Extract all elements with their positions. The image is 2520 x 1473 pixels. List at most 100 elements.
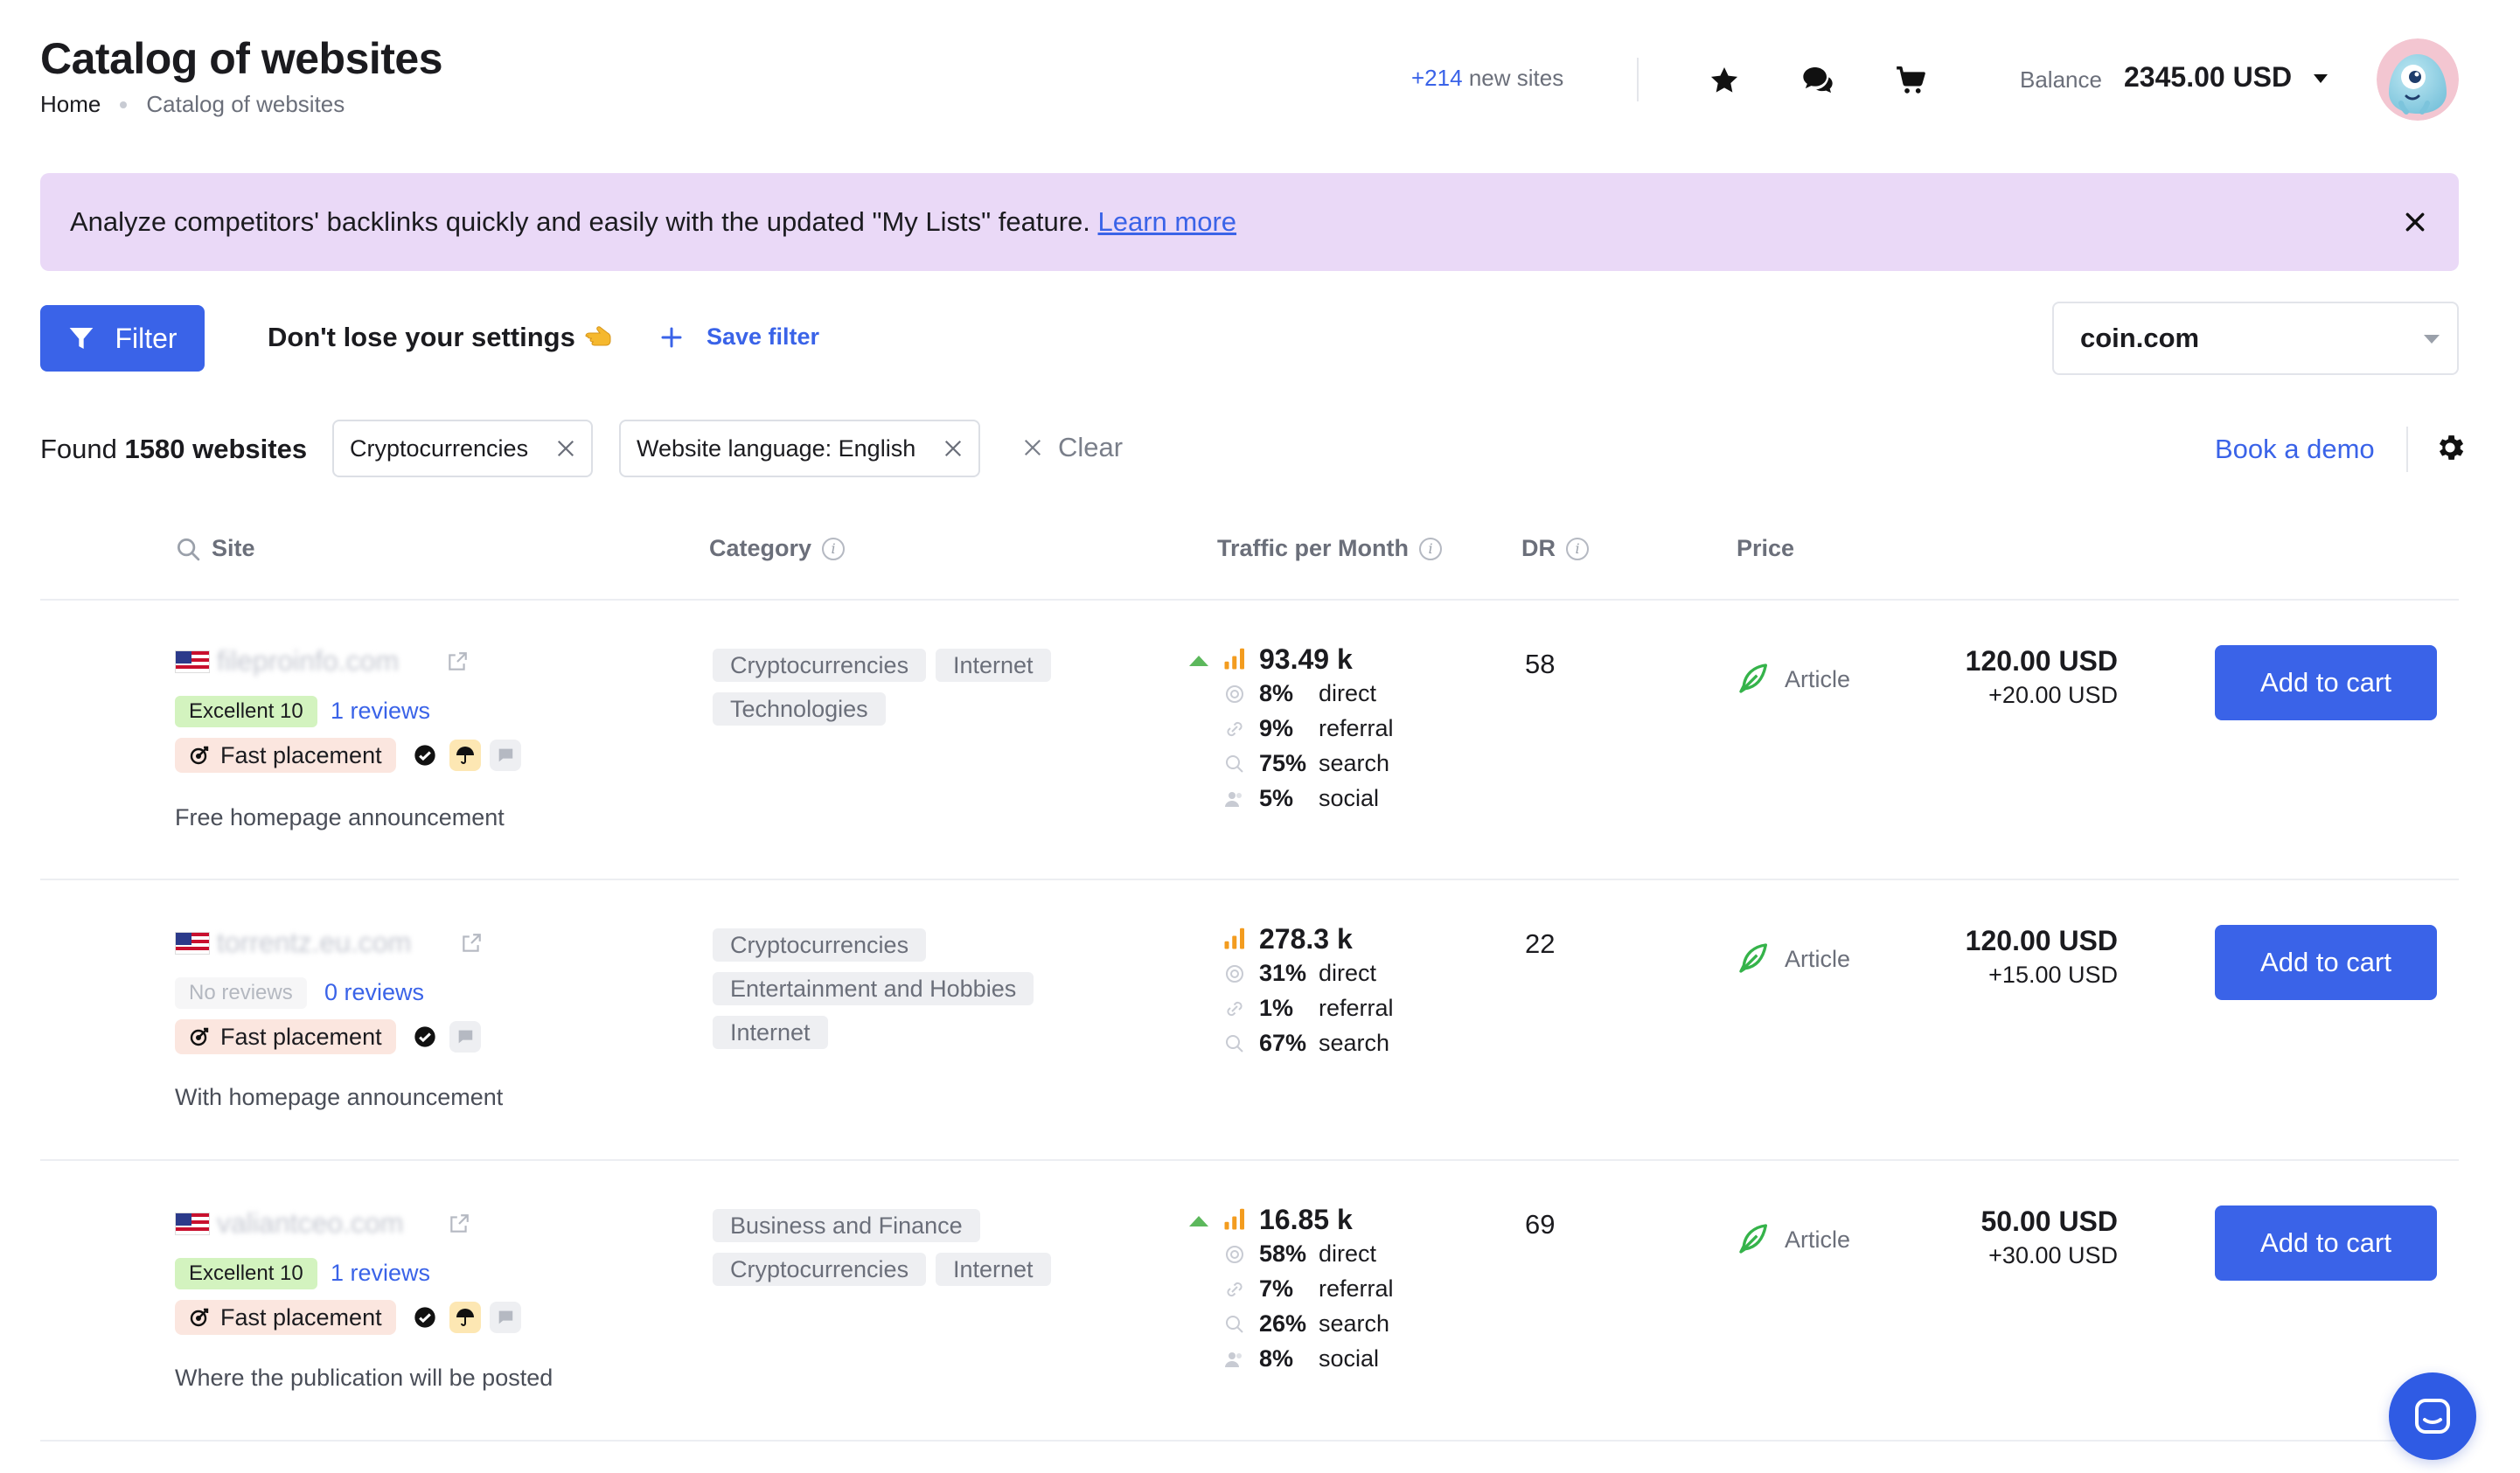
close-icon[interactable] [2399,206,2431,238]
filter-button[interactable]: Filter [40,305,205,372]
filter-chip-language[interactable]: Website language: English [619,420,981,477]
reviews-link[interactable]: 1 reviews [331,698,430,725]
banner-learn-more-link[interactable]: Learn more [1098,206,1237,237]
price: 120.00 USD [1965,925,2118,956]
banner-message: Analyze competitors' backlinks quickly a… [70,206,1090,237]
close-icon [1024,439,1041,456]
chevron-down-icon [2424,335,2440,344]
trend-up-icon [1189,1216,1208,1226]
header-divider [1637,58,1639,101]
new-sites-count: +214 [1411,65,1463,91]
traffic-pct: 67% [1259,1030,1307,1056]
price-extra: +20.00 USD [1988,682,2118,708]
breadcrumb-home[interactable]: Home [40,91,101,118]
page-title: Catalog of websites [40,34,443,83]
reviews-link[interactable]: 1 reviews [331,1260,430,1287]
close-icon[interactable] [942,437,964,460]
domain-rating: 22 [1525,928,1556,959]
traffic-bars-icon [1224,928,1244,949]
fast-placement-label: Fast placement [220,1023,382,1050]
breadcrumb-current: Catalog of websites [146,91,345,117]
rating-badge: Excellent 10 [175,1258,317,1289]
info-icon[interactable]: i [1566,537,1589,560]
column-header-traffic[interactable]: Traffic per Month i [1217,535,1443,562]
content-type: Article [1785,1226,1851,1253]
support-chat-button[interactable] [2389,1372,2476,1460]
direct-icon [1222,962,1247,986]
traffic-source: direct [1319,1240,1377,1267]
us-flag-icon [175,650,210,673]
save-filter-button[interactable]: Save filter [661,323,819,351]
gear-icon[interactable] [2431,428,2469,467]
traffic-pct: 8% [1259,1345,1294,1372]
clear-filters-button[interactable]: Clear [1023,432,1123,463]
caret-down-icon[interactable] [2312,70,2329,87]
external-link-icon[interactable] [446,650,469,673]
settings-note-text: Don't lose your settings [268,322,575,352]
search-icon [1222,1032,1247,1056]
comment-icon [490,1302,521,1333]
book-demo-link[interactable]: Book a demo [2215,434,2375,465]
users-icon [1222,787,1247,811]
column-label: Site [212,535,255,561]
banner-text: Analyze competitors' backlinks quickly a… [70,206,1236,238]
add-to-cart-button[interactable]: Add to cart [2215,925,2437,1000]
filter-chip-category[interactable]: Cryptocurrencies [332,420,594,477]
cart-icon[interactable] [1891,61,1930,100]
search-icon[interactable] [175,536,201,562]
traffic-pct: 8% [1259,680,1294,706]
traffic-search: 67% search [1222,1030,1389,1057]
domain-rating: 58 [1525,649,1556,679]
column-header-category[interactable]: Category i [709,535,846,562]
traffic-source: social [1319,785,1380,811]
link-icon [1222,1277,1247,1302]
add-to-cart-button[interactable]: Add to cart [2215,1205,2437,1281]
avatar[interactable] [2377,38,2459,121]
fast-placement-badge: Fast placement [175,1300,396,1335]
add-to-cart-button[interactable]: Add to cart [2215,645,2437,720]
traffic-direct: 31% direct [1222,960,1376,987]
messenger-icon [2415,1399,2450,1434]
domain-rating: 69 [1525,1209,1556,1240]
messages-chat-icon[interactable] [1799,61,1837,100]
traffic-pct: 75% [1259,750,1307,776]
price: 50.00 USD [1980,1205,2118,1237]
verified-check-icon [409,1021,441,1053]
traffic-bars-icon [1224,648,1244,670]
external-link-icon[interactable] [460,932,483,955]
external-link-icon[interactable] [448,1212,470,1235]
site-name[interactable]: fileproinfo.com [217,645,399,677]
target-icon [190,1308,209,1327]
filter-label: Filter [115,322,178,354]
balance-value[interactable]: 2345.00 USD [2124,61,2292,94]
traffic-pct: 5% [1259,785,1294,811]
category-tag: Cryptocurrencies [713,1253,927,1286]
category-tag: Technologies [713,692,886,726]
link-icon [1222,717,1247,741]
divider [2406,427,2408,472]
traffic-source: search [1319,1310,1390,1337]
new-sites-link[interactable]: +214 new sites [1411,65,1563,92]
category-tag: Entertainment and Hobbies [713,972,1034,1005]
traffic-source: direct [1319,960,1377,986]
table-divider [40,1440,2459,1442]
trend-up-icon [1189,656,1208,666]
info-icon[interactable]: i [1419,537,1443,560]
site-name[interactable]: valiantceo.com [217,1207,403,1240]
column-header-site[interactable]: Site [175,535,255,562]
close-icon[interactable] [554,437,577,460]
results-count: Found 1580 websites [40,434,307,465]
users-icon [1222,1347,1247,1372]
site-name[interactable]: torrentz.eu.com [217,927,411,959]
category-tag: Internet [713,1016,828,1049]
reviews-link[interactable]: 0 reviews [324,979,424,1006]
results-count-prefix: Found [40,434,117,464]
traffic-source: referral [1319,1275,1394,1302]
column-header-dr[interactable]: DR i [1521,535,1589,562]
competitor-site-select[interactable]: coin.com [2052,302,2459,375]
category-tag: Cryptocurrencies [713,649,927,682]
favorites-star-icon[interactable] [1705,61,1744,100]
column-header-price[interactable]: Price [1737,535,1794,562]
filter-icon [70,328,94,349]
info-icon[interactable]: i [822,537,846,560]
